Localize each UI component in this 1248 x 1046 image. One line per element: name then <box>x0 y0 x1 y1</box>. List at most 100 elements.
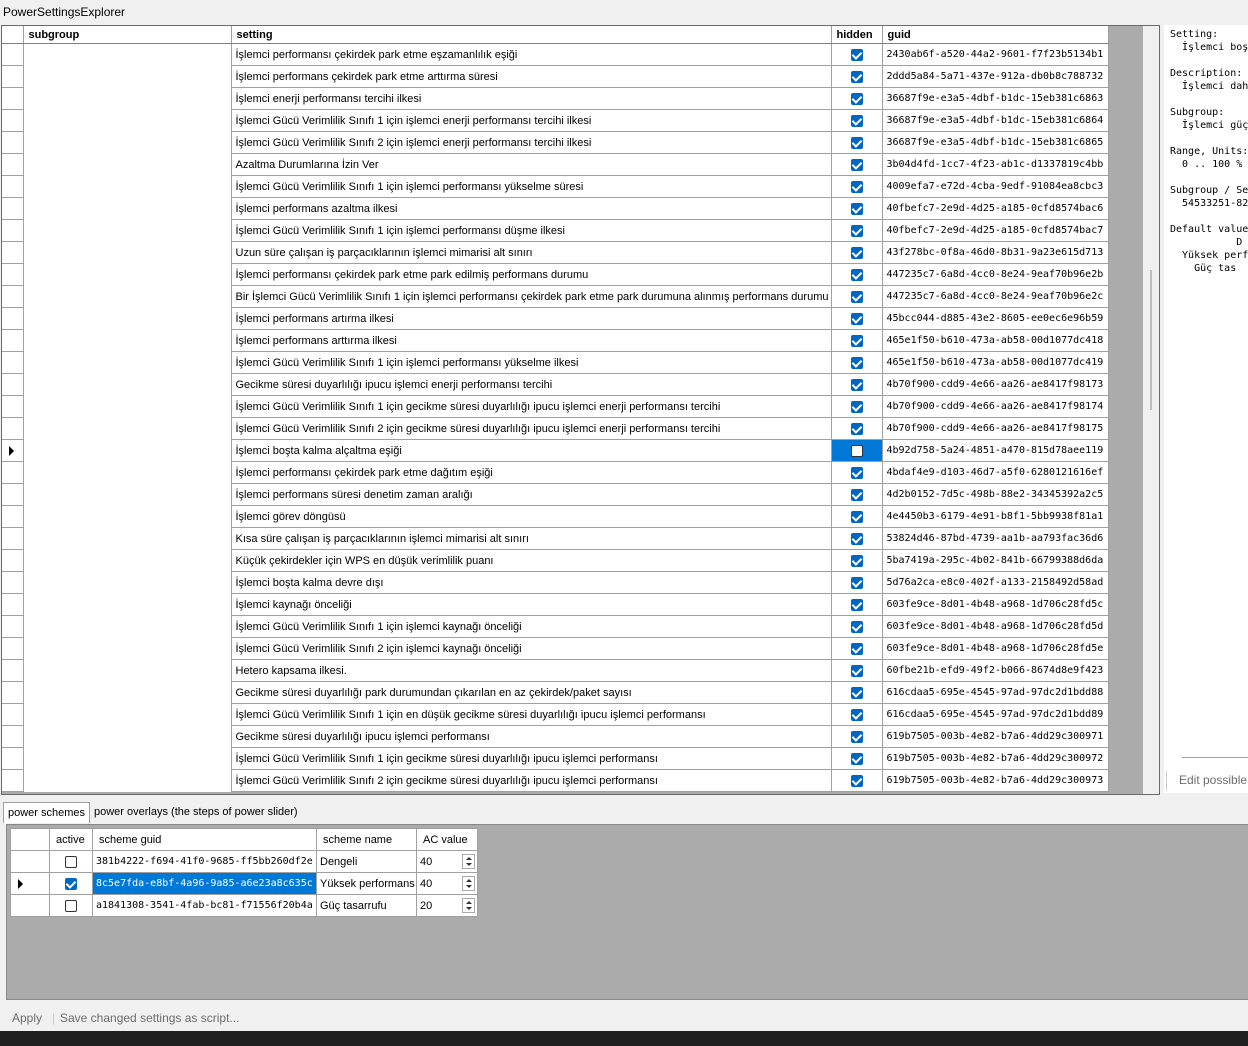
hidden-cell[interactable] <box>831 329 883 352</box>
hidden-cell[interactable] <box>831 549 883 572</box>
guid-cell[interactable]: 603fe9ce-8d01-4b48-a968-1d706c28fd5c <box>882 593 1109 616</box>
guid-cell[interactable]: 5d76a2ca-e8c0-402f-a133-2158492d58ad <box>882 571 1109 594</box>
hidden-cell[interactable] <box>831 285 883 308</box>
row-header[interactable] <box>2 307 24 330</box>
setting-cell[interactable]: İşlemci Gücü Verimlilik Sınıfı 2 için iş… <box>231 637 832 660</box>
setting-cell[interactable]: Küçük çekirdekler için WPS en düşük veri… <box>231 549 832 572</box>
hidden-checkbox[interactable] <box>850 532 863 545</box>
hidden-cell[interactable] <box>831 747 883 770</box>
row-header[interactable] <box>2 65 24 88</box>
setting-cell[interactable]: Hetero kapsama ilkesi. <box>231 659 832 682</box>
setting-cell[interactable]: Bir İşlemci Gücü Verimlilik Sınıfı 1 içi… <box>231 285 832 308</box>
hidden-cell[interactable] <box>831 571 883 594</box>
hidden-cell[interactable] <box>831 87 883 110</box>
hidden-checkbox[interactable] <box>850 180 863 193</box>
hidden-checkbox[interactable] <box>850 136 863 149</box>
setting-cell[interactable]: İşlemci performansı çekirdek park etme e… <box>231 43 832 66</box>
hidden-checkbox[interactable] <box>850 686 863 699</box>
hidden-cell[interactable] <box>831 395 883 418</box>
guid-cell[interactable]: 616cdaa5-695e-4545-97ad-97dc2d1bdd88 <box>882 681 1109 704</box>
hidden-checkbox[interactable] <box>850 664 863 677</box>
row-header[interactable] <box>2 219 24 242</box>
hidden-cell[interactable] <box>831 439 883 462</box>
active-checkbox[interactable] <box>65 899 77 912</box>
guid-cell[interactable]: 447235c7-6a8d-4cc0-8e24-9eaf70b96e2c <box>882 285 1109 308</box>
row-header[interactable] <box>2 285 24 308</box>
hidden-checkbox[interactable] <box>850 224 863 237</box>
row-header[interactable] <box>2 615 24 638</box>
guid-cell[interactable]: 619b7505-003b-4e82-b7a6-4dd29c300973 <box>882 769 1109 792</box>
ac-value-spinner-icon[interactable] <box>462 876 475 891</box>
hidden-checkbox[interactable] <box>850 158 863 171</box>
setting-cell[interactable]: Gecikme süresi duyarlılığı ipucu işlemci… <box>231 725 832 748</box>
guid-cell[interactable]: 2ddd5a84-5a71-437e-912a-db0b8c788732 <box>882 65 1109 88</box>
guid-cell[interactable]: 4b70f900-cdd9-4e66-aa26-ae8417f98174 <box>882 395 1109 418</box>
schemes-grid[interactable]: active scheme guid scheme name AC value … <box>10 828 478 917</box>
ac-value-cell[interactable]: 20 <box>416 894 478 917</box>
hidden-cell[interactable] <box>831 263 883 286</box>
row-header[interactable] <box>2 351 24 374</box>
guid-cell[interactable]: 447235c7-6a8d-4cc0-8e24-9eaf70b96e2b <box>882 263 1109 286</box>
setting-cell[interactable]: İşlemci görev döngüsü <box>231 505 832 528</box>
guid-cell[interactable]: 43f278bc-0f8a-46d0-8b31-9a23e615d713 <box>882 241 1109 264</box>
setting-cell[interactable]: İşlemci Gücü Verimlilik Sınıfı 1 için iş… <box>231 351 832 374</box>
row-header[interactable] <box>2 175 24 198</box>
row-header[interactable] <box>2 373 24 396</box>
setting-cell[interactable]: İşlemci kaynağı önceliği <box>231 593 832 616</box>
hidden-checkbox[interactable] <box>850 620 863 633</box>
row-header[interactable] <box>2 571 24 594</box>
row-header[interactable] <box>2 87 24 110</box>
hidden-cell[interactable] <box>831 307 883 330</box>
guid-cell[interactable]: 619b7505-003b-4e82-b7a6-4dd29c300972 <box>882 747 1109 770</box>
hidden-cell[interactable] <box>831 175 883 198</box>
scheme-name-cell[interactable]: Yüksek performans <box>316 872 417 895</box>
hidden-cell[interactable] <box>831 131 883 154</box>
row-header[interactable] <box>2 703 24 726</box>
setting-cell[interactable]: İşlemci boşta kalma alçaltma eşiği <box>231 439 832 462</box>
guid-cell[interactable]: 4009efa7-e72d-4cba-9edf-91084ea8cbc3 <box>882 175 1109 198</box>
hidden-checkbox[interactable] <box>850 466 863 479</box>
guid-cell[interactable]: 2430ab6f-a520-44a2-9601-f7f23b5134b1 <box>882 43 1109 66</box>
hidden-cell[interactable] <box>831 197 883 220</box>
hidden-checkbox[interactable] <box>850 774 863 787</box>
settings-grid[interactable]: subgroup setting hidden guid İşlemci per… <box>1 25 1160 795</box>
hidden-checkbox[interactable] <box>850 598 863 611</box>
ac-value-cell[interactable]: 40 <box>416 872 478 895</box>
setting-cell[interactable]: İşlemci Gücü Verimlilik Sınıfı 1 için en… <box>231 703 832 726</box>
hidden-checkbox[interactable] <box>850 70 863 83</box>
setting-cell[interactable]: İşlemci Gücü Verimlilik Sınıfı 1 için iş… <box>231 109 832 132</box>
guid-cell[interactable]: 40fbefc7-2e9d-4d25-a185-0cfd8574bac6 <box>882 197 1109 220</box>
setting-cell[interactable]: İşlemci performans arttırma ilkesi <box>231 329 832 352</box>
splitter-handle[interactable] <box>1150 270 1152 410</box>
scheme-guid-cell[interactable]: a1841308-3541-4fab-bc81-f71556f20b4a <box>92 894 317 917</box>
column-header-guid[interactable]: guid <box>882 26 1109 44</box>
setting-cell[interactable]: İşlemci Gücü Verimlilik Sınıfı 2 için ge… <box>231 417 832 440</box>
subgroup-cell[interactable] <box>23 43 232 792</box>
hidden-cell[interactable] <box>831 505 883 528</box>
hidden-cell[interactable] <box>831 351 883 374</box>
setting-cell[interactable]: Uzun süre çalışan iş parçacıklarının işl… <box>231 241 832 264</box>
ac-value-text[interactable]: 20 <box>420 900 432 912</box>
scheme-name-cell[interactable]: Dengeli <box>316 850 417 873</box>
ac-value-text[interactable]: 40 <box>420 856 432 868</box>
guid-cell[interactable]: 4bdaf4e9-d103-46d7-a5f0-6280121616ef <box>882 461 1109 484</box>
setting-cell[interactable]: Gecikme süresi duyarlılığı ipucu işlemci… <box>231 373 832 396</box>
row-header[interactable] <box>2 747 24 770</box>
row-header[interactable] <box>2 549 24 572</box>
hidden-cell[interactable] <box>831 659 883 682</box>
guid-cell[interactable]: 40fbefc7-2e9d-4d25-a185-0cfd8574bac7 <box>882 219 1109 242</box>
scheme-row[interactable]: 381b4222-f694-41f0-9685-ff5bb260df2e Deng… <box>10 850 478 873</box>
column-header-scheme-guid[interactable]: scheme guid <box>92 828 317 851</box>
apply-button[interactable]: Apply <box>12 1011 42 1025</box>
hidden-checkbox[interactable] <box>850 312 863 325</box>
scheme-row-header[interactable] <box>10 894 50 917</box>
setting-cell[interactable]: Kısa süre çalışan iş parçacıklarının işl… <box>231 527 832 550</box>
row-header[interactable] <box>2 439 24 462</box>
row-header[interactable] <box>2 109 24 132</box>
hidden-checkbox[interactable] <box>850 422 863 435</box>
hidden-cell[interactable] <box>831 43 883 66</box>
row-header[interactable] <box>2 505 24 528</box>
guid-cell[interactable]: 4d2b0152-7d5c-498b-88e2-34345392a2c5 <box>882 483 1109 506</box>
scheme-guid-cell[interactable]: 381b4222-f694-41f0-9685-ff5bb260df2e <box>92 850 317 873</box>
active-checkbox[interactable] <box>65 855 77 868</box>
